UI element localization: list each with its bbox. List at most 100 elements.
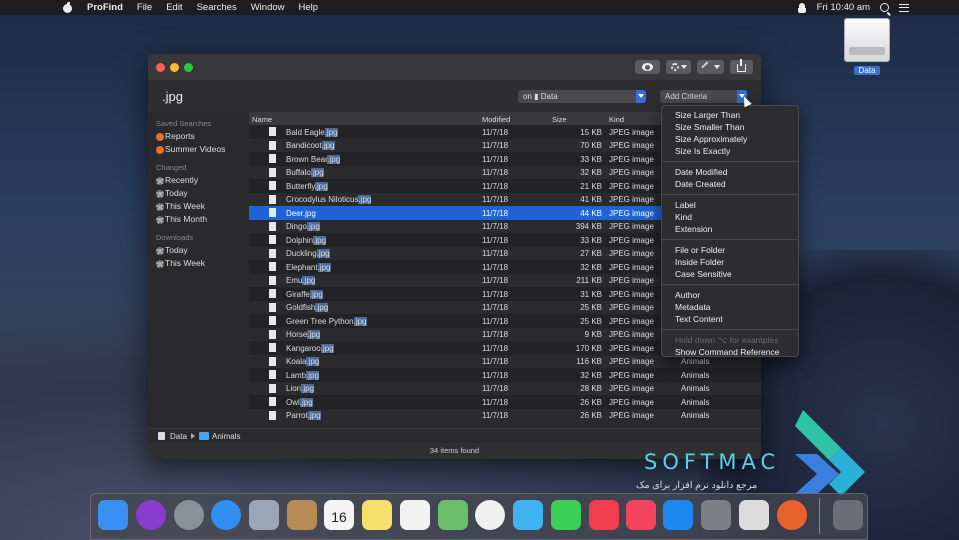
- menu-item-size-smaller-than[interactable]: Size Smaller Than: [662, 121, 798, 133]
- action-button[interactable]: [666, 60, 691, 74]
- file-name: Dingo.jpg: [286, 222, 320, 231]
- menu-item-size-is-exactly[interactable]: Size Is Exactly: [662, 145, 798, 157]
- file-modified: 11/7/18: [482, 343, 509, 353]
- file-kind: JPEG image: [609, 303, 654, 312]
- facetime-icon[interactable]: [551, 500, 581, 530]
- sidebar-header-downloads: Downloads: [156, 233, 194, 242]
- menu-edit[interactable]: Edit: [166, 2, 182, 13]
- maps-icon[interactable]: [438, 500, 468, 530]
- minimize-button[interactable]: [170, 63, 179, 72]
- document-icon: [269, 397, 276, 406]
- share-button[interactable]: [730, 59, 753, 74]
- safari-icon[interactable]: [211, 500, 241, 530]
- menu-item-metadata[interactable]: Metadata: [662, 301, 798, 313]
- zoom-button[interactable]: [184, 63, 193, 72]
- table-row[interactable]: Lion.jpg 11/7/18 28 KB JPEG image Animals: [249, 381, 761, 395]
- table-row[interactable]: Parrot.jpg 11/7/18 26 KB JPEG image Animals: [249, 408, 761, 422]
- reminders-icon[interactable]: [400, 500, 430, 530]
- file-kind: JPEG image: [609, 127, 654, 137]
- scope-popup[interactable]: on ▮ Data: [518, 90, 646, 103]
- document-icon: [269, 154, 276, 163]
- sidebar-item-this-month[interactable]: This Month: [148, 213, 248, 226]
- menu-item-case-sensitive[interactable]: Case Sensitive: [662, 268, 798, 280]
- file-extension-highlight: .jpg: [309, 289, 323, 299]
- file-modified: 11/7/18: [482, 397, 509, 407]
- menu-item-text-content[interactable]: Text Content: [662, 313, 798, 325]
- document-icon: [269, 208, 276, 217]
- sidebar-item-recently[interactable]: Recently: [148, 174, 248, 187]
- file-kind: JPEG image: [609, 276, 654, 285]
- spotlight-search-icon[interactable]: [880, 3, 889, 12]
- mail-stamp-icon[interactable]: [249, 500, 279, 530]
- menu-item-file-or-folder[interactable]: File or Folder: [662, 244, 798, 256]
- menu-window[interactable]: Window: [251, 2, 285, 13]
- menu-file[interactable]: File: [137, 2, 152, 13]
- finder-icon[interactable]: [98, 500, 128, 530]
- apple-icon[interactable]: [62, 2, 75, 13]
- menu-app-name[interactable]: ProFind: [87, 2, 123, 13]
- file-base-name: Green Tree Python: [286, 316, 354, 326]
- table-row[interactable]: Owl.jpg 11/7/18 26 KB JPEG image Animals: [249, 395, 761, 409]
- sidebar-item-today[interactable]: Today: [148, 187, 248, 200]
- notes-icon[interactable]: [362, 500, 392, 530]
- gear-icon: [156, 177, 164, 185]
- screenshot-icon[interactable]: [739, 500, 769, 530]
- menu-item-kind[interactable]: Kind: [662, 211, 798, 223]
- menu-item-extension[interactable]: Extension: [662, 223, 798, 235]
- column-header-modified[interactable]: Modified: [482, 115, 510, 124]
- file-name: Owl.jpg: [286, 397, 313, 407]
- column-header-size[interactable]: Size: [552, 115, 567, 124]
- user-icon[interactable]: [797, 2, 807, 13]
- file-name: Emu.jpg: [286, 276, 316, 285]
- news-icon[interactable]: [589, 500, 619, 530]
- menu-item-size-larger-than[interactable]: Size Larger Than: [662, 109, 798, 121]
- trash-icon[interactable]: [833, 500, 863, 530]
- messages-icon[interactable]: [513, 500, 543, 530]
- sidebar-item-downloads-today[interactable]: Today: [148, 244, 248, 257]
- desktop-drive[interactable]: Data: [843, 18, 891, 80]
- sidebar-item-downloads-this-week[interactable]: This Week: [148, 257, 248, 270]
- document-icon: [269, 140, 276, 150]
- menu-item-inside-folder[interactable]: Inside Folder: [662, 256, 798, 268]
- quick-look-button[interactable]: [635, 60, 660, 74]
- sidebar-item-this-week[interactable]: This Week: [148, 200, 248, 213]
- path-folder[interactable]: Animals: [212, 432, 240, 441]
- sidebar-item-summer-videos[interactable]: Summer Videos: [148, 143, 248, 156]
- path-drive[interactable]: Data: [170, 432, 187, 441]
- menu-separator: [662, 284, 798, 285]
- menu-item-date-modified[interactable]: Date Modified: [662, 166, 798, 178]
- clock[interactable]: Fri 10:40 am: [817, 2, 870, 13]
- app-store-icon[interactable]: [663, 500, 693, 530]
- profind-icon[interactable]: [777, 500, 807, 530]
- menu-searches[interactable]: Searches: [197, 2, 237, 13]
- system-preferences-icon[interactable]: [701, 500, 731, 530]
- column-header-name[interactable]: Name: [252, 115, 272, 124]
- search-query[interactable]: .jpg: [162, 89, 183, 104]
- photos-icon[interactable]: [475, 500, 505, 530]
- column-header-kind[interactable]: Kind: [609, 115, 624, 124]
- menu-help[interactable]: Help: [299, 2, 319, 13]
- hard-drive-icon: [844, 18, 890, 62]
- launchpad-icon[interactable]: [174, 500, 204, 530]
- sidebar-item-reports[interactable]: Reports: [148, 130, 248, 143]
- calendar-icon[interactable]: 16: [324, 500, 354, 530]
- menu-item-date-created[interactable]: Date Created: [662, 178, 798, 190]
- close-button[interactable]: [156, 63, 165, 72]
- document-icon: [269, 370, 276, 379]
- notification-center-icon[interactable]: [899, 3, 909, 12]
- file-extension-highlight: .jpg: [358, 195, 372, 204]
- menu-item-label[interactable]: Label: [662, 199, 798, 211]
- menu-item-author[interactable]: Author: [662, 289, 798, 301]
- path-bar: Data Animals: [148, 428, 761, 442]
- add-criteria-popup[interactable]: Add Criteria: [660, 90, 747, 103]
- file-base-name: Dingo: [286, 222, 307, 231]
- tools-button[interactable]: [697, 60, 724, 74]
- document-icon: [269, 167, 276, 177]
- music-icon[interactable]: [626, 500, 656, 530]
- siri-icon[interactable]: [136, 500, 166, 530]
- contacts-icon[interactable]: [287, 500, 317, 530]
- menu-item-size-approximately[interactable]: Size Approximately: [662, 133, 798, 145]
- menu-item-show-command-reference[interactable]: Show Command Reference: [662, 346, 798, 358]
- table-row[interactable]: Lamb.jpg 11/7/18 32 KB JPEG image Animals: [249, 368, 761, 382]
- file-size: 26 KB: [580, 411, 602, 420]
